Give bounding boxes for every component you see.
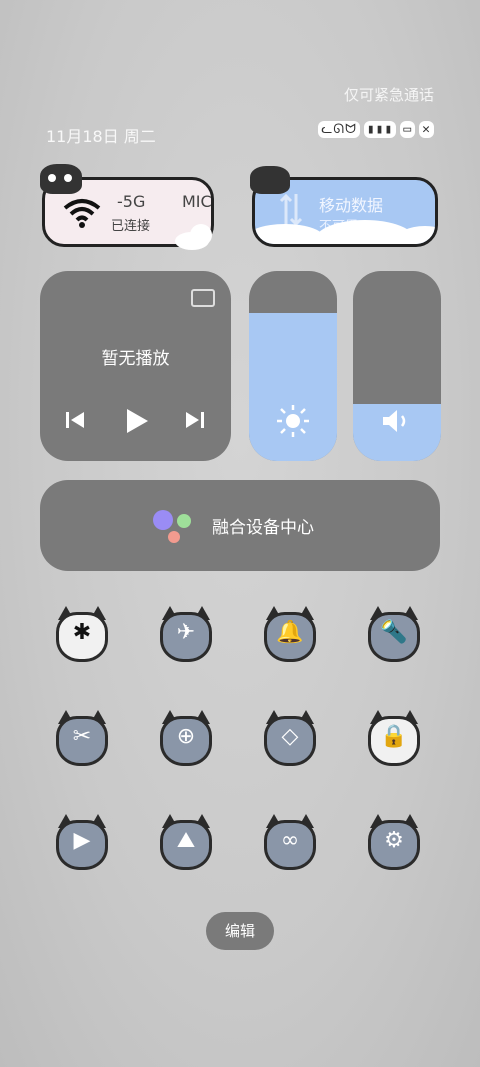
screenshot-toggle[interactable]: ✂ [52,708,112,768]
brightness-icon [277,405,309,437]
fusion-dot-red-icon [168,531,180,543]
airplane-mode-toggle[interactable]: ✈ [156,604,216,664]
cloud-decoration [255,224,325,244]
cat-decoration-icon [40,164,82,194]
battery-saver-toggle[interactable]: ⊕ [156,708,216,768]
fusion-device-center-button[interactable]: 融合设备中心 [40,480,440,571]
auto-rotate-lock-toggle[interactable]: 🔒 [364,708,424,768]
bluetooth-toggle[interactable]: ✱ [52,604,112,664]
link-icon: ∞ [280,828,300,853]
emergency-call-text: 仅可紧急通话 [343,86,434,104]
cat-decoration-icon [250,166,290,194]
volume-icon [383,410,406,432]
wifi-icon [63,199,101,228]
battery-saver-icon: ⊕ [176,724,196,749]
notification-toggle[interactable]: 🔔 [260,604,320,664]
screen-recorder-icon: ▶ [73,828,91,853]
media-title: 暂无播放 [101,349,170,369]
fusion-dot-green-icon [177,514,191,528]
next-icon[interactable] [184,409,206,431]
data-arrows-icon [279,193,303,227]
flashlight-icon: 🔦 [380,620,408,645]
battery-icon: ▭ [400,121,416,138]
projection-toggle[interactable]: ⛰ [156,812,216,872]
nearby-share-toggle[interactable]: ◇ [260,708,320,768]
airplane-mode-icon: ✈ [176,620,196,645]
fusion-dot-purple-icon [153,510,173,530]
nearby-share-icon: ◇ [281,724,299,749]
auto-rotate-lock-icon: 🔒 [380,724,408,749]
status-icons: ᓚᘏᗢ ▮▮▮ ▭ ✕ [318,121,434,138]
wifi-ssid: -5G [117,192,146,211]
mobile-data-label: 移动数据 [319,196,384,215]
cast-icon[interactable] [191,289,215,307]
bluetooth-icon: ✱ [72,620,92,645]
projection-icon: ⛰ [176,828,196,853]
mute-icon: ✕ [419,121,434,138]
screen-recorder-toggle[interactable]: ▶ [52,812,112,872]
screenshot-icon: ✂ [72,724,92,749]
previous-icon[interactable] [64,409,86,431]
fusion-label: 融合设备中心 [212,518,314,538]
settings-toggle[interactable]: ⚙ [364,812,424,872]
notification-icon: 🔔 [276,620,304,645]
volume-slider[interactable] [353,271,441,461]
media-player-card[interactable]: 暂无播放 [40,271,231,461]
wifi-status: 已连接 [111,219,151,234]
cloud-decoration [190,224,212,246]
signal-icon: ▮▮▮ [363,121,397,138]
brightness-slider[interactable] [249,271,337,461]
play-icon[interactable] [124,407,150,435]
link-toggle[interactable]: ∞ [260,812,320,872]
flashlight-toggle[interactable]: 🔦 [364,604,424,664]
edit-button[interactable]: 编辑 [206,912,274,950]
date-display: 11月18日 周二 [46,127,156,146]
cat-status-icon: ᓚᘏᗢ [318,121,360,138]
settings-icon: ⚙ [384,828,404,853]
wifi-ssid-suffix: MIC [182,192,212,211]
